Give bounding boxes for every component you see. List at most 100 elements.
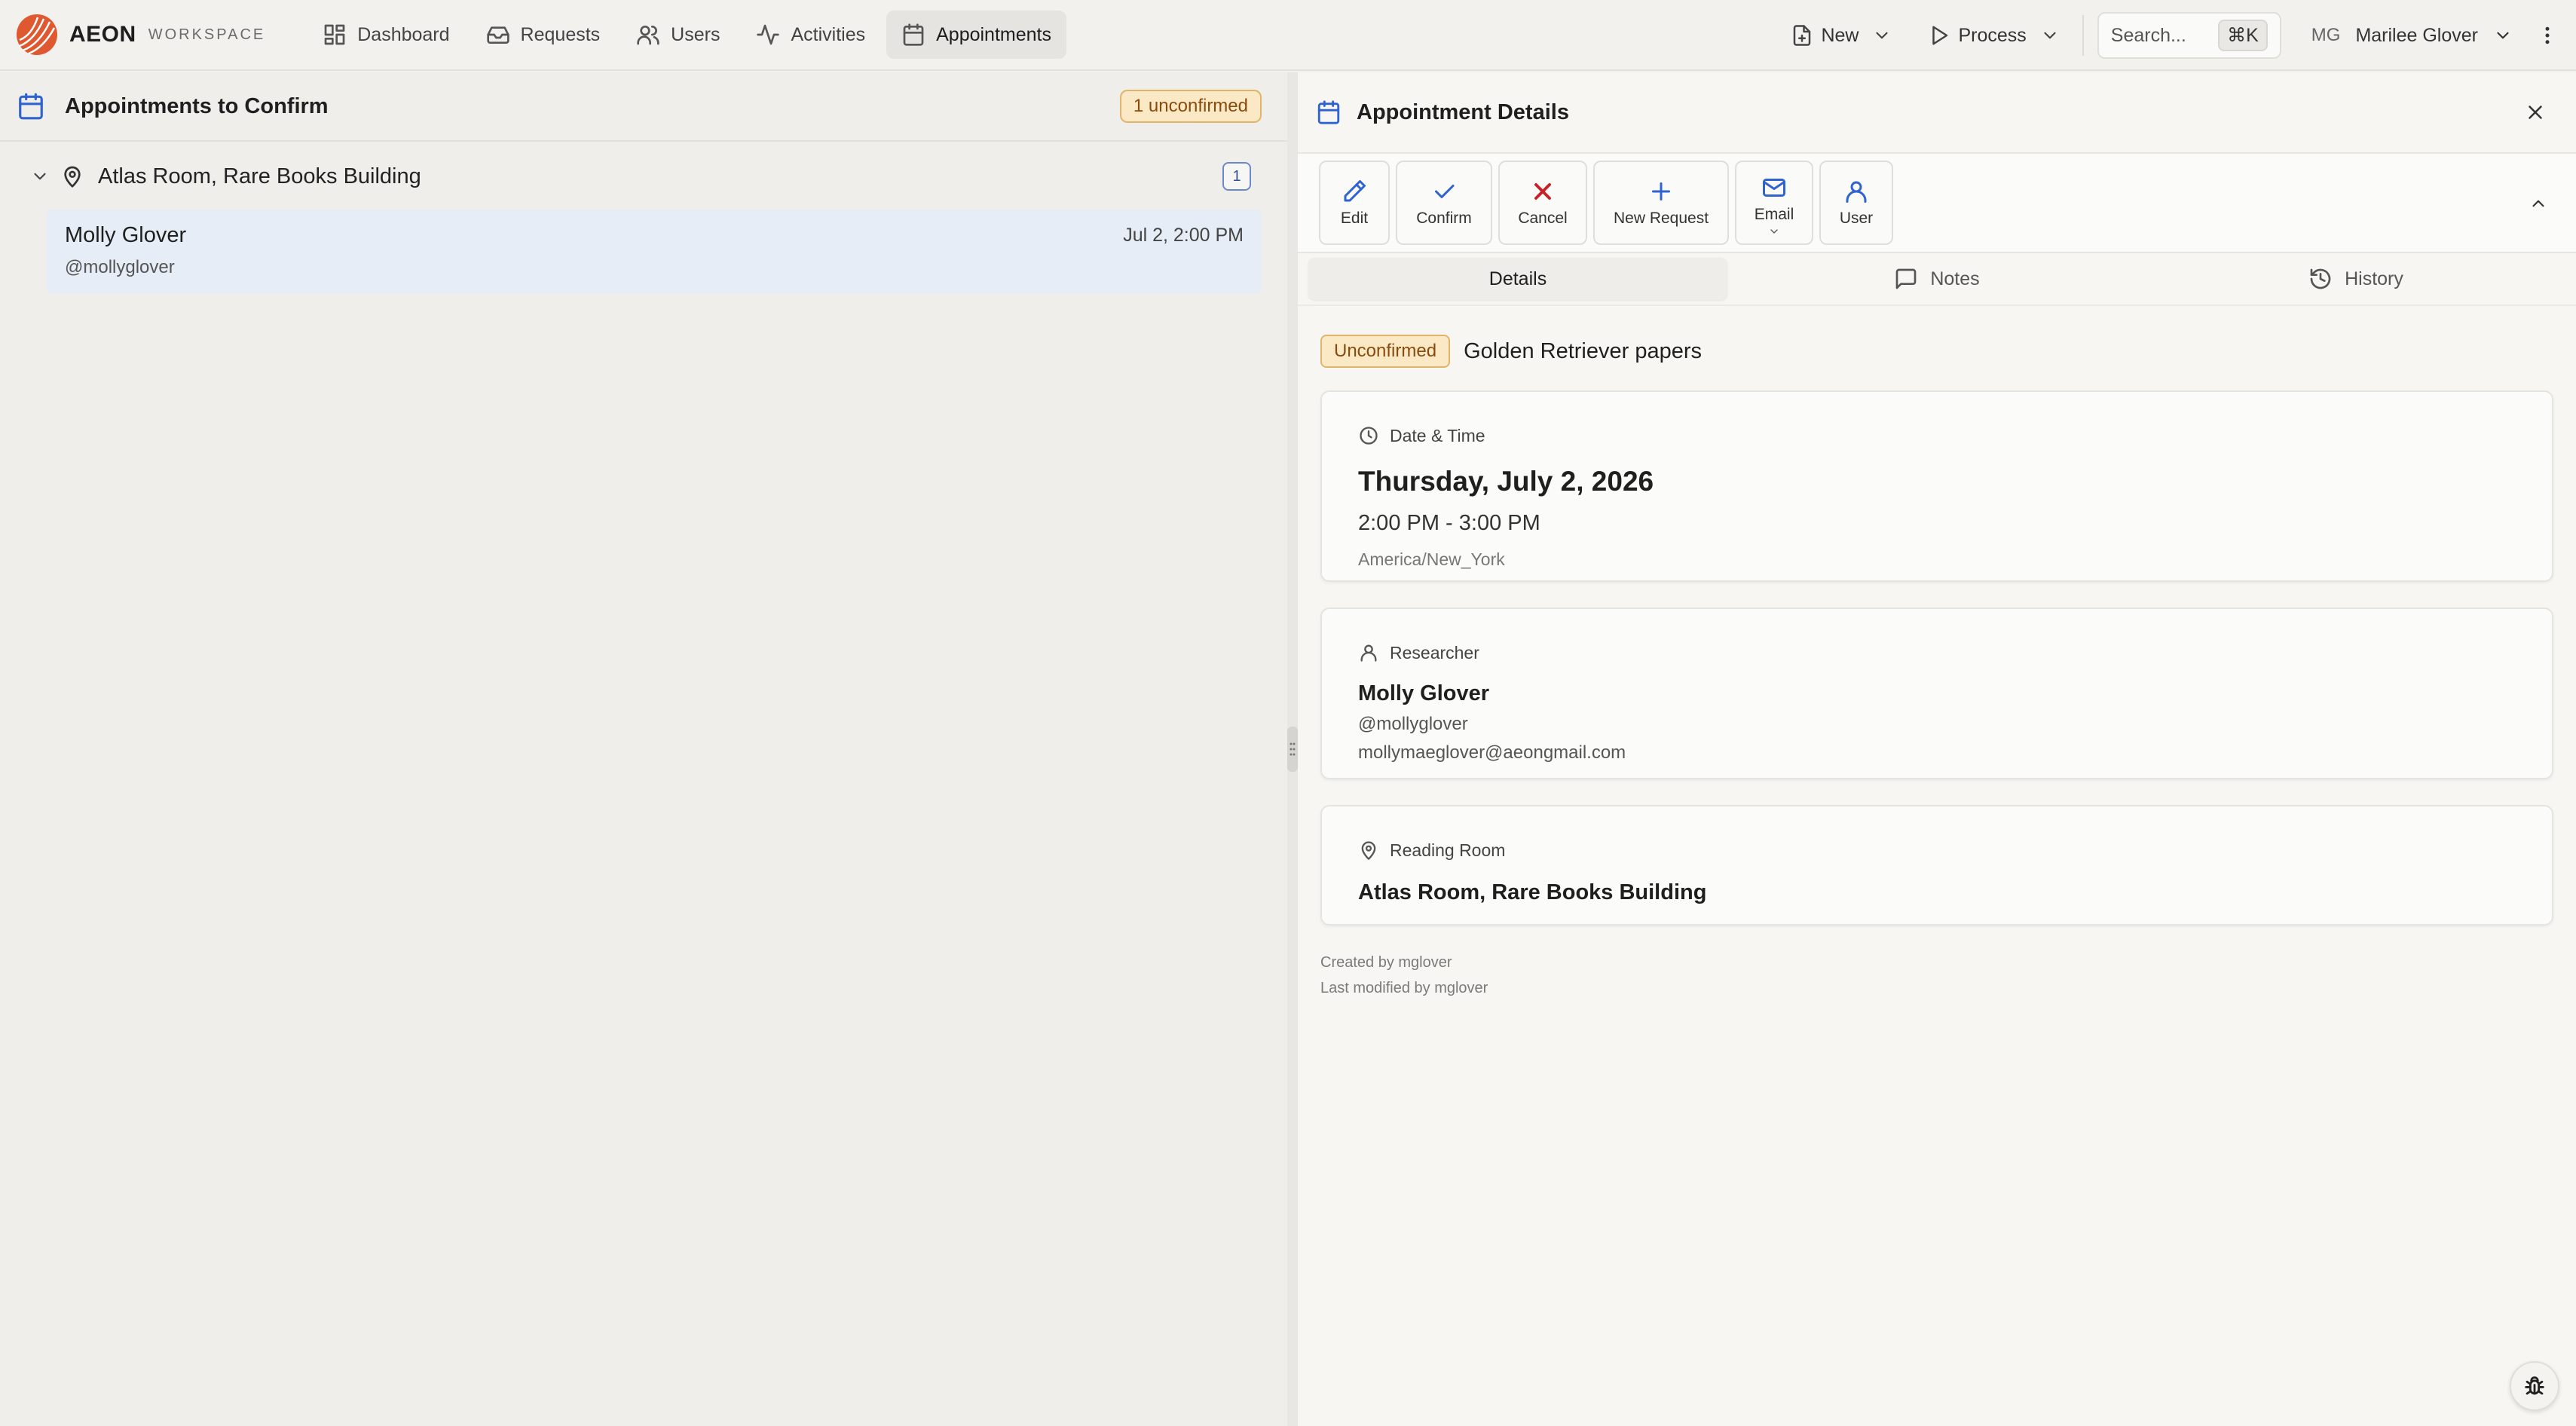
reading-room-card: Reading Room Atlas Room, Rare Books Buil… bbox=[1320, 805, 2553, 926]
play-icon bbox=[1932, 26, 1948, 45]
card-label: Date & Time bbox=[1358, 425, 2516, 446]
x-icon bbox=[1534, 183, 1551, 200]
inbox-icon bbox=[486, 26, 509, 44]
reading-room-label: Reading Room bbox=[1390, 840, 1506, 860]
user-menu[interactable]: MG Marilee Glover bbox=[2311, 25, 2513, 47]
more-options-button[interactable] bbox=[2532, 11, 2562, 60]
more-vertical-icon bbox=[2545, 26, 2550, 44]
user-label: User bbox=[1839, 210, 1874, 227]
tab-label: History bbox=[2345, 268, 2403, 289]
tab-details[interactable]: Details bbox=[1308, 258, 1727, 300]
appointment-date: Thursday, July 2, 2026 bbox=[1358, 466, 1654, 497]
chevron-up-icon bbox=[2532, 200, 2544, 207]
panel-resize-handle[interactable] bbox=[1287, 72, 1298, 1426]
tab-history[interactable]: History bbox=[2146, 258, 2565, 300]
process-menu-button[interactable]: Process bbox=[1919, 11, 2068, 60]
panel-title: Appointments to Confirm bbox=[65, 93, 329, 118]
chevron-down-icon bbox=[2044, 32, 2056, 39]
appointment-researcher-handle: @mollyglover bbox=[65, 257, 175, 277]
list-header: Appointments to Confirm 1 unconfirmed bbox=[0, 72, 1287, 142]
search-label: Search... bbox=[2110, 24, 2186, 46]
nav-right: New Process Search... ⌘K MG Marilee Glov… bbox=[1782, 0, 2576, 71]
search-button[interactable]: Search... ⌘K bbox=[2097, 12, 2281, 59]
appointment-timezone: America/New_York bbox=[1358, 549, 1505, 569]
history-icon bbox=[2310, 268, 2331, 289]
top-navigation: AEON WORKSPACE Dashboard Requests Users … bbox=[0, 0, 2576, 71]
chevron-down-icon bbox=[2497, 32, 2509, 39]
calendar-icon bbox=[1317, 100, 1340, 124]
datetime-label: Date & Time bbox=[1390, 425, 1485, 445]
process-menu-label: Process bbox=[1958, 24, 2027, 46]
activity-icon bbox=[757, 24, 780, 45]
brand-name: AEON bbox=[69, 22, 136, 47]
unconfirmed-count-badge: 1 unconfirmed bbox=[1119, 90, 1262, 123]
status-badge: Unconfirmed bbox=[1320, 335, 1451, 368]
new-request-button[interactable]: New Request bbox=[1593, 161, 1729, 245]
tab-notes[interactable]: Notes bbox=[1727, 258, 2146, 300]
nav-item-dashboard[interactable]: Dashboard bbox=[307, 11, 464, 59]
message-square-icon bbox=[1896, 268, 1917, 289]
nav-item-users[interactable]: Users bbox=[621, 11, 735, 59]
appointment-summary: Unconfirmed Golden Retriever papers bbox=[1298, 335, 2576, 368]
created-by: Created by mglover bbox=[1320, 954, 1452, 971]
appointment-time: 2:00 PM - 3:00 PM bbox=[1358, 511, 1540, 535]
mail-icon bbox=[1763, 179, 1785, 197]
new-menu-button[interactable]: New bbox=[1782, 11, 1901, 60]
users-icon bbox=[637, 26, 659, 45]
nav-item-label: Dashboard bbox=[357, 23, 450, 45]
nav-item-requests[interactable]: Requests bbox=[471, 11, 616, 59]
collapse-toolbar-button[interactable] bbox=[2523, 188, 2553, 219]
chevron-down-icon bbox=[34, 173, 46, 180]
email-label: Email bbox=[1754, 206, 1794, 223]
edit-label: Edit bbox=[1340, 210, 1369, 227]
user-icon bbox=[1846, 181, 1867, 203]
appointment-researcher-name: Molly Glover bbox=[65, 223, 187, 247]
calendar-icon bbox=[903, 23, 924, 46]
file-plus-icon bbox=[1794, 25, 1811, 46]
record-metadata: Created by mglover Last modified by mglo… bbox=[1298, 950, 2576, 1001]
appointment-title: Golden Retriever papers bbox=[1464, 338, 1703, 363]
pencil-icon bbox=[1344, 180, 1366, 202]
nav-item-label: Users bbox=[671, 23, 720, 45]
user-button[interactable]: User bbox=[1819, 161, 1893, 245]
nav-item-activities[interactable]: Activities bbox=[741, 11, 880, 59]
user-name: Marilee Glover bbox=[2355, 24, 2478, 46]
list-item[interactable]: Molly Glover @mollyglover Jul 2, 2:00 PM bbox=[47, 210, 1262, 294]
appointment-date: Jul 2, 2:00 PM bbox=[1123, 225, 1244, 246]
debug-button[interactable] bbox=[2510, 1361, 2559, 1411]
group-count-badge: 1 bbox=[1222, 162, 1251, 191]
details-tabs: Details Notes History bbox=[1298, 253, 2576, 306]
nav-item-appointments[interactable]: Appointments bbox=[886, 11, 1066, 59]
reading-room-name: Atlas Room, Rare Books Building bbox=[1358, 880, 1707, 904]
calendar-icon bbox=[19, 93, 43, 120]
last-modified-by: Last modified by mglover bbox=[1320, 980, 1488, 996]
confirm-label: Confirm bbox=[1416, 210, 1472, 227]
cancel-button[interactable]: Cancel bbox=[1498, 161, 1587, 245]
researcher-email: mollymaeglover@aeongmail.com bbox=[1358, 742, 1626, 763]
close-button[interactable] bbox=[2520, 97, 2550, 127]
tab-label: Notes bbox=[1930, 268, 1980, 289]
user-icon bbox=[1360, 644, 1377, 662]
email-button[interactable]: Email bbox=[1735, 161, 1813, 245]
nav-item-label: Requests bbox=[520, 23, 601, 45]
researcher-name: Molly Glover bbox=[1358, 681, 1490, 705]
aeon-logo-icon bbox=[17, 14, 57, 55]
confirm-button[interactable]: Confirm bbox=[1396, 161, 1492, 245]
grip-icon bbox=[1287, 727, 1298, 772]
location-group-header[interactable]: Atlas Room, Rare Books Building 1 bbox=[0, 142, 1287, 211]
main-nav: Dashboard Requests Users Activities Appo… bbox=[307, 0, 1072, 70]
nav-item-label: Appointments bbox=[936, 23, 1051, 45]
appointments-list-panel: Appointments to Confirm 1 unconfirmed At… bbox=[0, 72, 1287, 1426]
researcher-handle: @mollyglover bbox=[1358, 714, 1468, 734]
new-menu-label: New bbox=[1821, 24, 1859, 46]
brand[interactable]: AEON WORKSPACE bbox=[15, 13, 265, 57]
brand-subtitle: WORKSPACE bbox=[148, 26, 266, 43]
edit-button[interactable]: Edit bbox=[1319, 161, 1390, 245]
location-group-name: Atlas Room, Rare Books Building bbox=[98, 164, 421, 188]
chevron-down-icon bbox=[1770, 229, 1778, 234]
avatar: MG bbox=[2311, 25, 2341, 45]
new-request-label: New Request bbox=[1613, 210, 1709, 227]
card-label: Reading Room bbox=[1358, 840, 2516, 861]
nav-item-label: Activities bbox=[791, 23, 866, 45]
card-label: Researcher bbox=[1358, 642, 2516, 663]
